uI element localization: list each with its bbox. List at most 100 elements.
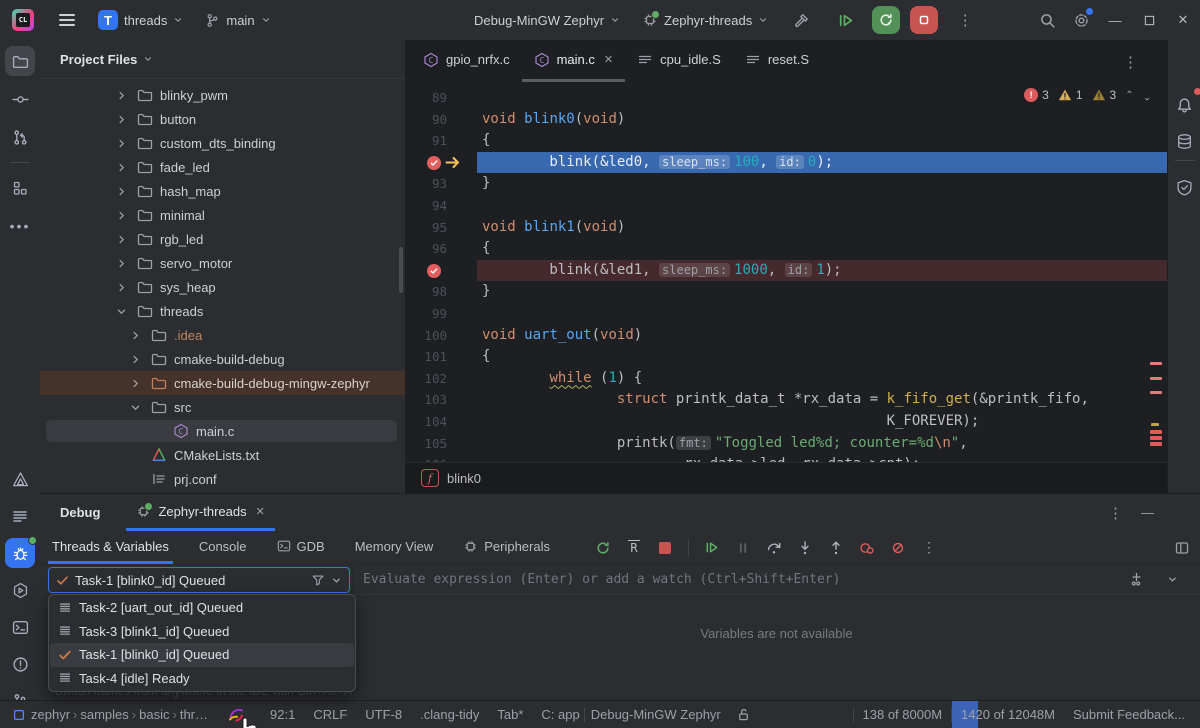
debug-tab-Memory View[interactable]: Memory View	[351, 531, 438, 564]
line-number[interactable]: 96	[405, 238, 477, 260]
toolchain[interactable]: C: app	[532, 707, 583, 722]
line-number[interactable]: 95	[405, 217, 477, 239]
rerun-icon[interactable]	[590, 536, 616, 560]
tree-item-cmake-build-debug-mingw-zephyr[interactable]: cmake-build-debug-mingw-zephyr	[40, 371, 405, 395]
tree-item-button[interactable]: button	[40, 107, 405, 131]
dropdown-item-Task-1 [blink0_id] Queued[interactable]: Task-1 [blink0_id] Queued	[50, 643, 354, 667]
minimize-button[interactable]: —	[1098, 0, 1132, 40]
hide-tool-window-icon[interactable]: —	[1141, 505, 1154, 520]
tree-item-hash_map[interactable]: hash_map	[40, 179, 405, 203]
main-menu-icon[interactable]	[52, 5, 82, 35]
layout-settings-icon[interactable]	[1174, 540, 1190, 556]
project-tool-icon[interactable]	[5, 46, 35, 76]
indent-style[interactable]: Tab*	[488, 707, 532, 722]
breakpoint-icon[interactable]	[427, 156, 441, 170]
resume-program-icon[interactable]	[828, 0, 862, 40]
close-tab-icon[interactable]: ✕	[604, 53, 613, 66]
line-number[interactable]: 100	[405, 325, 477, 347]
debug-tab-Peripherals[interactable]: Peripherals	[459, 531, 554, 564]
line-number[interactable]: 91	[405, 130, 477, 152]
more-tools-icon[interactable]: •••	[5, 211, 35, 241]
reset-icon[interactable]: R	[621, 536, 647, 560]
line-number[interactable]: 94	[405, 195, 477, 217]
evaluate-expression-input[interactable]: Evaluate expression (Enter) or add a wat…	[353, 564, 1200, 595]
mute-breakpoints-icon[interactable]	[885, 536, 911, 560]
memory-indicator[interactable]: 1420 of 12048M	[952, 707, 1064, 722]
project-widget[interactable]: T threads	[92, 6, 189, 34]
line-number[interactable]: 103	[405, 389, 477, 411]
step-into-icon[interactable]	[792, 536, 818, 560]
database-tool-icon[interactable]	[1170, 126, 1200, 156]
tab-cpu_idle.S[interactable]: cpu_idle.S	[625, 40, 733, 82]
tree-item-servo_motor[interactable]: servo_motor	[40, 251, 405, 275]
dropdown-item-Task-3 [blink1_id] Queued[interactable]: Task-3 [blink1_id] Queued	[50, 620, 354, 644]
thread-selector[interactable]: Task-1 [blink0_id] Queued	[48, 567, 350, 593]
project-panel-header[interactable]: Project Files	[40, 40, 405, 79]
stop-button[interactable]	[910, 6, 938, 34]
close-session-icon[interactable]: ✕	[256, 505, 265, 518]
structure-tool-icon[interactable]	[5, 173, 35, 203]
tree-item-CMakeLists.txt[interactable]: CMakeLists.txt	[40, 443, 405, 467]
filter-funnel-icon[interactable]	[311, 573, 325, 587]
pull-requests-tool-icon[interactable]	[5, 122, 35, 152]
tree-item-src[interactable]: src	[40, 395, 405, 419]
tree-item-threads[interactable]: threads	[40, 299, 405, 323]
close-button[interactable]: ✕	[1166, 0, 1200, 40]
project-scrollbar[interactable]	[399, 247, 403, 293]
build-hammer-icon[interactable]	[784, 0, 818, 40]
view-breakpoints-icon[interactable]	[854, 536, 880, 560]
stop-icon[interactable]	[652, 536, 678, 560]
cmake-tool-icon[interactable]	[5, 464, 35, 494]
notifications-bell-icon[interactable]	[1170, 90, 1200, 120]
search-everywhere-icon[interactable]	[1030, 0, 1064, 40]
inspections-widget[interactable]: !3 1 3 ⌃ ⌃	[1024, 88, 1151, 102]
tree-item-minimal[interactable]: minimal	[40, 203, 405, 227]
line-number[interactable]: 98	[405, 281, 477, 303]
breakpoint-icon[interactable]	[427, 264, 441, 278]
tab-gpio_nrfx.c[interactable]: Cgpio_nrfx.c	[411, 40, 522, 82]
tree-item-blinky_pwm[interactable]: blinky_pwm	[40, 83, 405, 107]
prev-problem-icon[interactable]: ⌃	[1125, 90, 1133, 101]
caret-position[interactable]: 92:1	[261, 707, 304, 722]
toolbar-more-icon[interactable]: ⋮	[916, 536, 942, 560]
tree-item-custom_dts_binding[interactable]: custom_dts_binding	[40, 131, 405, 155]
line-number[interactable]: 90	[405, 109, 477, 131]
terminal-tool-icon[interactable]	[5, 612, 35, 642]
tab-reset.S[interactable]: reset.S	[733, 40, 821, 82]
tree-item-prj.conf[interactable]: prj.conf	[40, 467, 405, 491]
statusbar-crumb[interactable]: zephyr	[31, 707, 70, 722]
problems-tool-icon[interactable]	[5, 649, 35, 679]
error-stripe[interactable]	[1148, 40, 1162, 462]
statusbar-crumb[interactable]: thr…	[180, 707, 208, 722]
tree-item-fade_led[interactable]: fade_led	[40, 155, 405, 179]
run-config-status[interactable]: Debug-MinGW Zephyr	[585, 707, 730, 722]
debug-tool-icon[interactable]	[5, 538, 35, 568]
line-separator[interactable]: CRLF	[304, 707, 356, 722]
debug-session-selector[interactable]: Zephyr-threads	[636, 8, 774, 32]
more-actions-icon[interactable]: ⋮	[948, 0, 982, 40]
debug-tab-GDB[interactable]: GDB	[273, 531, 329, 564]
debug-options-icon[interactable]: ⋮	[1108, 504, 1123, 522]
clang-tidy[interactable]: .clang-tidy	[411, 707, 488, 722]
tab-main.c[interactable]: Cmain.c✕	[522, 40, 626, 82]
step-out-icon[interactable]	[823, 536, 849, 560]
tree-item-rgb_led[interactable]: rgb_led	[40, 227, 405, 251]
debug-session-tab[interactable]: Zephyr-threads ✕	[126, 494, 274, 531]
statusbar-crumb[interactable]: basic	[139, 707, 169, 722]
add-watch-icon[interactable]	[1129, 571, 1145, 587]
tree-item-main.c[interactable]: Cmain.c	[40, 419, 405, 443]
line-number[interactable]: 102	[405, 368, 477, 390]
debug-tab-Console[interactable]: Console	[195, 531, 251, 564]
file-encoding[interactable]: UTF-8	[356, 707, 411, 722]
editor-tab-options-icon[interactable]: ⋮	[1123, 53, 1139, 71]
unlocked-padlock-icon[interactable]	[736, 707, 751, 722]
chevron-down-icon[interactable]	[331, 575, 342, 586]
vcs-branch-widget[interactable]: main	[199, 9, 276, 32]
services-tool-icon[interactable]	[5, 575, 35, 605]
tree-item-sys_heap[interactable]: sys_heap	[40, 275, 405, 299]
dropdown-item-Task-2 [uart_out_id] Queued[interactable]: Task-2 [uart_out_id] Queued	[50, 596, 354, 620]
line-number[interactable]: 104	[405, 411, 477, 433]
todo-tool-icon[interactable]	[5, 501, 35, 531]
chevron-down-icon[interactable]	[1167, 574, 1178, 585]
qodana-shield-icon[interactable]	[1170, 172, 1200, 202]
